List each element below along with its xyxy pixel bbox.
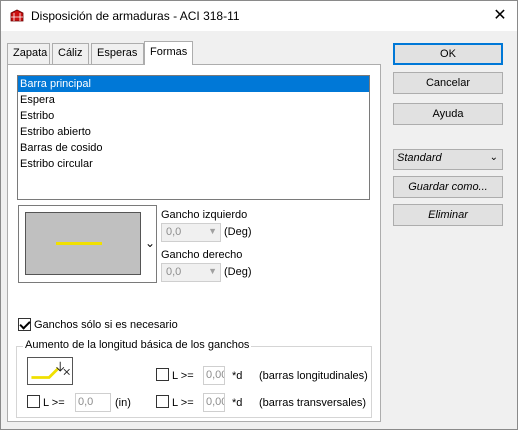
bar-preview-line: [56, 242, 102, 245]
transversal-suffix: *d: [232, 397, 243, 409]
chevron-down-icon: ▼: [208, 266, 217, 276]
length-in-checkbox[interactable]: [27, 395, 40, 408]
group-legend: Aumento de la longitud básica de los gan…: [23, 339, 252, 351]
length-in-input[interactable]: 0,0: [75, 393, 111, 412]
left-hook-select: 0,0 ▼: [161, 223, 221, 242]
longitudinal-suffix: *d: [232, 370, 243, 382]
length-in-unit: (in): [115, 397, 131, 409]
left-hook-value: 0,0: [166, 226, 182, 238]
longitudinal-factor-input[interactable]: 0,00: [203, 366, 225, 385]
tab-zapata[interactable]: Zapata: [7, 43, 50, 64]
right-hook-value: 0,0: [166, 266, 182, 278]
chevron-down-icon[interactable]: ⌄: [145, 236, 155, 250]
longitudinal-prefix: L >=: [172, 370, 194, 382]
tab-caliz[interactable]: Cáliz: [52, 43, 89, 64]
cancel-button[interactable]: Cancelar: [393, 72, 503, 94]
style-select-value: Standard: [397, 152, 442, 164]
save-as-button[interactable]: Guardar como...: [393, 176, 503, 198]
style-select[interactable]: Standard ⌄: [393, 149, 503, 170]
preview-canvas: [25, 212, 141, 275]
list-item[interactable]: Barras de cosido: [18, 140, 369, 156]
only-if-needed-label: Ganchos sólo si es necesario: [34, 319, 178, 331]
shapes-listbox[interactable]: Barra principal Espera Estribo Estribo a…: [17, 75, 370, 200]
length-in-prefix: L >=: [43, 397, 65, 409]
app-icon: [10, 9, 24, 22]
longitudinal-note: (barras longitudinales): [259, 370, 368, 382]
left-hook-unit: (Deg): [224, 226, 252, 238]
tab-esperas[interactable]: Esperas: [91, 43, 144, 64]
list-item[interactable]: Estribo circular: [18, 156, 369, 172]
help-button[interactable]: Ayuda: [393, 103, 503, 125]
formas-panel: Barra principal Espera Estribo Estribo a…: [7, 64, 381, 422]
tab-formas[interactable]: Formas: [144, 41, 193, 65]
right-hook-select: 0,0 ▼: [161, 263, 221, 282]
list-item[interactable]: Estribo: [18, 108, 369, 124]
right-hook-unit: (Deg): [224, 266, 252, 278]
shape-preview[interactable]: ⌄: [18, 205, 157, 283]
window-title: Disposición de armaduras - ACI 318-11: [31, 9, 240, 23]
transversal-checkbox[interactable]: [156, 395, 169, 408]
transversal-prefix: L >=: [172, 397, 194, 409]
ok-button[interactable]: OK: [393, 43, 503, 65]
right-hook-label: Gancho derecho: [161, 249, 243, 261]
hook-extension-group: Aumento de la longitud básica de los gan…: [16, 339, 372, 418]
close-icon[interactable]: ✕: [491, 7, 509, 25]
transversal-factor-input[interactable]: 0,00: [203, 393, 225, 412]
chevron-down-icon: ⌄: [489, 152, 498, 163]
list-item[interactable]: Barra principal: [18, 76, 369, 92]
dialog-window: Disposición de armaduras - ACI 318-11 ✕ …: [0, 0, 518, 430]
delete-button[interactable]: Eliminar: [393, 204, 503, 226]
list-item[interactable]: Estribo abierto: [18, 124, 369, 140]
hook-shape-icon: [27, 357, 73, 385]
longitudinal-checkbox[interactable]: [156, 368, 169, 381]
chevron-down-icon: ▼: [208, 226, 217, 236]
transversal-note: (barras transversales): [259, 397, 366, 409]
left-hook-label: Gancho izquierdo: [161, 209, 248, 221]
list-item[interactable]: Espera: [18, 92, 369, 108]
title-bar: Disposición de armaduras - ACI 318-11 ✕: [1, 1, 517, 31]
only-if-needed-checkbox[interactable]: [18, 318, 31, 331]
